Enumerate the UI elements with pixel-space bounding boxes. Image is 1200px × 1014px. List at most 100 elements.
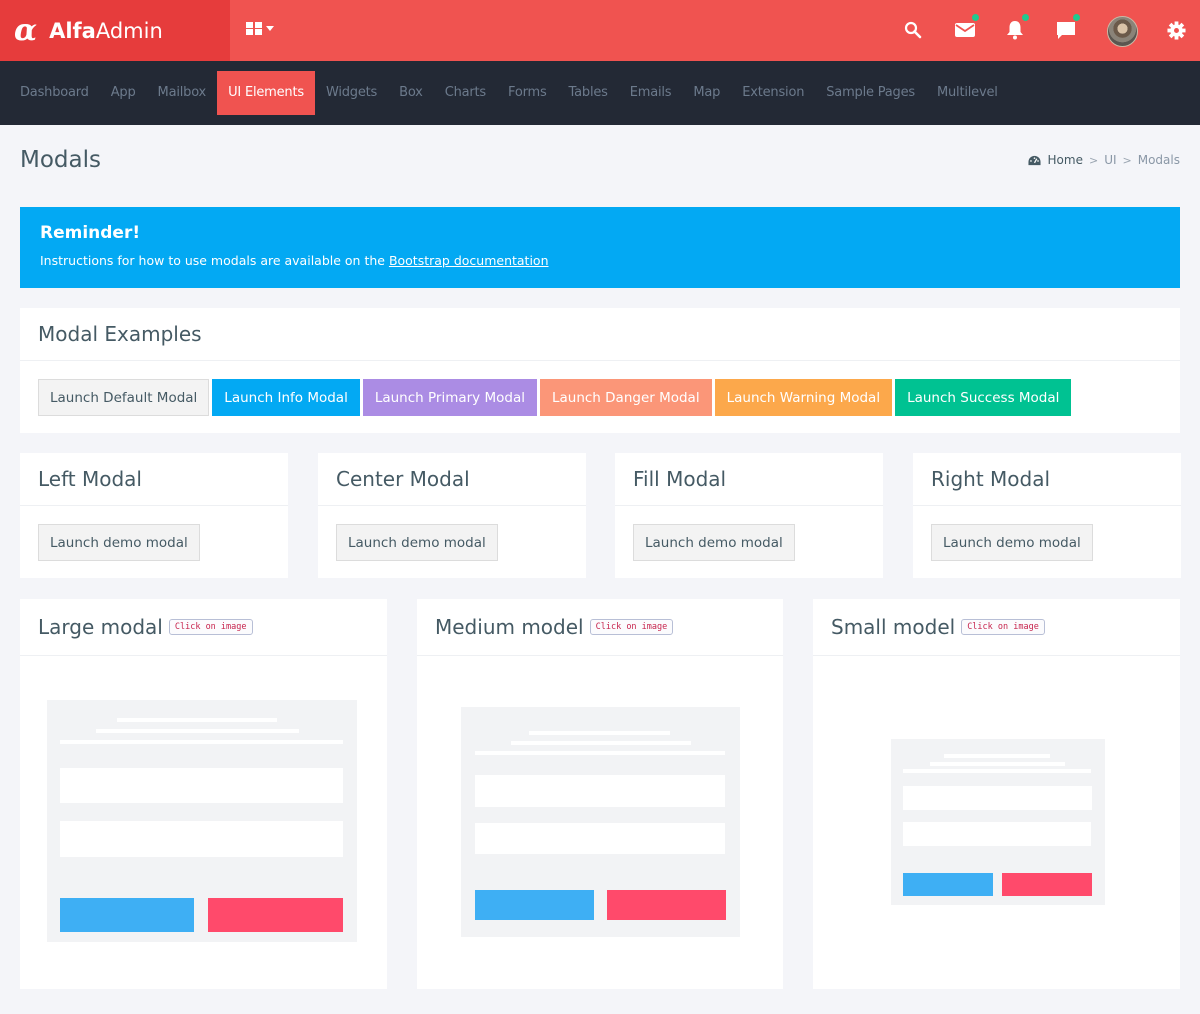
large-modal-box: Large modal Click on image <box>20 599 387 989</box>
box-body: Launch demo modal <box>318 506 586 579</box>
medium-model-box: Medium model Click on image <box>417 599 783 989</box>
nav-item-charts[interactable]: Charts <box>434 71 497 115</box>
illustration-title-line <box>930 762 1065 766</box>
mail-button[interactable] <box>951 14 979 44</box>
launch-default-modal-button[interactable]: Launch Default Modal <box>38 379 210 416</box>
chat-icon <box>1057 21 1075 39</box>
launch-demo-modal-button[interactable]: Launch demo modal <box>336 524 498 561</box>
bell-icon <box>1007 21 1023 40</box>
messages-button[interactable] <box>1052 14 1080 44</box>
illustration-title-line <box>529 731 670 735</box>
search-icon <box>904 21 922 39</box>
illustration-title-line <box>96 729 299 733</box>
box-title: Small model <box>831 615 956 639</box>
nav-item-multilevel[interactable]: Multilevel <box>926 71 1009 115</box>
illustration-title-line <box>944 754 1050 758</box>
alert-text-body: Instructions for how to use modals are a… <box>40 253 389 268</box>
nav-list: Dashboard App Mailbox UI Elements Widgets Box… <box>0 61 1200 125</box>
illustration-cancel-button <box>1002 873 1092 896</box>
left-modal-box: Left Modal Launch demo modal <box>20 453 288 578</box>
launch-danger-modal-button[interactable]: Launch Danger Modal <box>539 379 712 416</box>
breadcrumb-separator: > <box>1088 153 1099 167</box>
modal-examples-buttons: Launch Default Modal Launch Info Modal Lau… <box>20 361 1180 434</box>
box-title: Large modal <box>38 615 163 639</box>
illustration-cancel-button <box>208 898 343 932</box>
center-modal-box: Center Modal Launch demo modal <box>318 453 586 578</box>
grid-icon <box>246 22 262 35</box>
brand-logo[interactable]: α Alfa Admin <box>0 0 230 61</box>
box-title: Center Modal <box>336 467 470 491</box>
click-on-image-badge: Click on image <box>961 619 1045 635</box>
illustration-confirm-button <box>903 873 993 896</box>
breadcrumb-home[interactable]: Home <box>1027 153 1083 167</box>
modal-preview-image[interactable] <box>461 707 740 937</box>
user-avatar[interactable] <box>1107 16 1138 47</box>
illustration-title-line <box>60 740 343 744</box>
box-title: Modal Examples <box>38 322 202 346</box>
box-header: Fill Modal <box>615 453 883 506</box>
launch-info-modal-button[interactable]: Launch Info Modal <box>212 379 360 416</box>
alert-title: Reminder! <box>40 223 141 243</box>
breadcrumb-home-label: Home <box>1047 153 1083 167</box>
launch-primary-modal-button[interactable]: Launch Primary Modal <box>362 379 537 416</box>
box-header: Right Modal <box>913 453 1181 506</box>
launch-demo-modal-button[interactable]: Launch demo modal <box>931 524 1093 561</box>
illustration-input-field <box>903 786 1092 810</box>
nav-item-mailbox[interactable]: Mailbox <box>147 71 218 115</box>
illustration-title-line <box>511 741 691 745</box>
box-header: Medium model Click on image <box>417 599 783 656</box>
modal-preview-image[interactable] <box>891 739 1105 905</box>
box-header: Small model Click on image <box>813 599 1180 656</box>
illustration-title-line <box>117 718 277 722</box>
caret-down-icon <box>266 26 274 31</box>
search-button[interactable] <box>899 16 927 44</box>
notifications-button[interactable] <box>1001 14 1029 44</box>
illustration-confirm-button <box>475 890 594 920</box>
nav-item-dashboard[interactable]: Dashboard <box>9 71 100 115</box>
box-body: Launch demo modal <box>913 506 1181 579</box>
nav-item-emails[interactable]: Emails <box>619 71 683 115</box>
box-body: Launch demo modal <box>20 506 288 579</box>
launch-demo-modal-button[interactable]: Launch demo modal <box>633 524 795 561</box>
mail-icon <box>955 23 975 37</box>
main-nav: Dashboard App Mailbox UI Elements Widgets Box… <box>0 61 1200 125</box>
small-model-box: Small model Click on image <box>813 599 1180 989</box>
nav-item-ui-elements[interactable]: UI Elements <box>217 71 315 115</box>
launch-demo-modal-button[interactable]: Launch demo modal <box>38 524 200 561</box>
illustration-confirm-button <box>60 898 194 932</box>
illustration-input-field <box>60 821 343 857</box>
breadcrumb-current: Modals <box>1137 153 1180 167</box>
top-header: α Alfa Admin <box>0 0 1200 61</box>
alert-text: Instructions for how to use modals are a… <box>40 253 1160 268</box>
box-title: Medium model <box>435 615 584 639</box>
settings-button[interactable] <box>1162 16 1190 44</box>
illustration-input-field <box>903 822 1091 846</box>
bell-notification-dot <box>1022 14 1029 21</box>
nav-item-extension[interactable]: Extension <box>731 71 815 115</box>
nav-item-sample-pages[interactable]: Sample Pages <box>815 71 926 115</box>
breadcrumb-ui[interactable]: UI <box>1104 153 1116 167</box>
bootstrap-docs-link[interactable]: Bootstrap documentation <box>389 253 549 268</box>
illustration-title-line <box>903 769 1091 773</box>
modal-examples-box: Modal Examples Launch Default Modal Launc… <box>20 308 1180 433</box>
dashboard-gauge-icon <box>1027 155 1041 165</box>
nav-item-forms[interactable]: Forms <box>497 71 558 115</box>
nav-item-widgets[interactable]: Widgets <box>315 71 388 115</box>
nav-item-box[interactable]: Box <box>388 71 434 115</box>
mail-notification-dot <box>972 14 979 21</box>
modal-preview-image[interactable] <box>47 700 357 942</box>
breadcrumb-separator: > <box>1122 153 1132 167</box>
apps-menu-toggle[interactable] <box>246 22 274 35</box>
fill-modal-box: Fill Modal Launch demo modal <box>615 453 883 578</box>
box-header: Center Modal <box>318 453 586 506</box>
nav-item-map[interactable]: Map <box>682 71 731 115</box>
launch-warning-modal-button[interactable]: Launch Warning Modal <box>714 379 893 416</box>
illustration-input-field <box>475 775 725 807</box>
nav-item-tables[interactable]: Tables <box>558 71 619 115</box>
box-header: Large modal Click on image <box>20 599 387 656</box>
illustration-cancel-button <box>607 890 726 920</box>
launch-success-modal-button[interactable]: Launch Success Modal <box>895 379 1072 416</box>
right-modal-box: Right Modal Launch demo modal <box>913 453 1181 578</box>
illustration-title-line <box>475 751 725 755</box>
nav-item-app[interactable]: App <box>100 71 147 115</box>
